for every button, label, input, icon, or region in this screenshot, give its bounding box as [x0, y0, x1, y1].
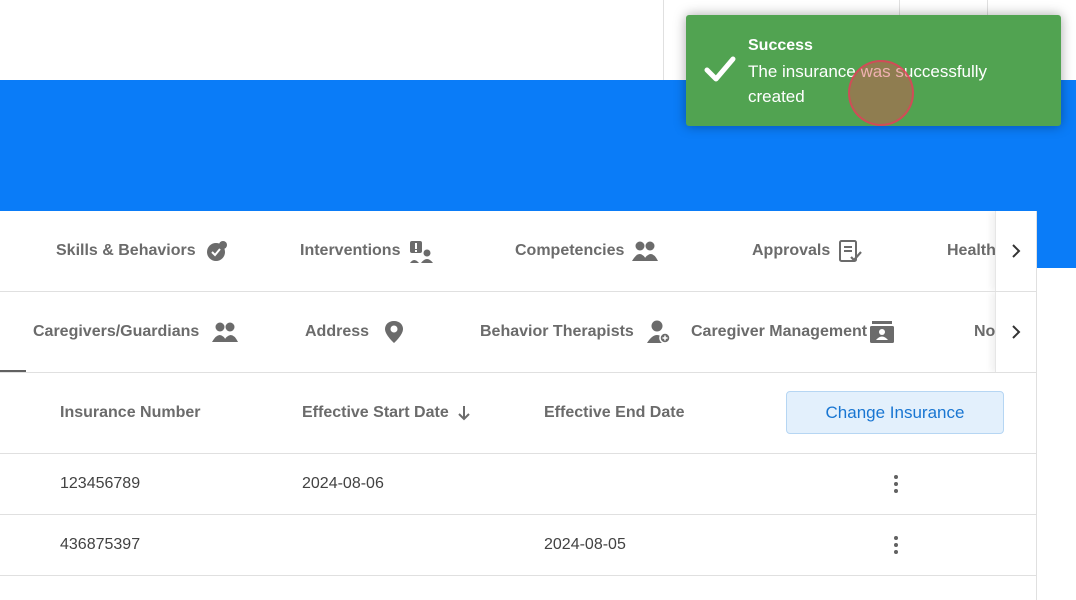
users-icon: [632, 241, 659, 261]
tab-label: Address: [305, 323, 370, 340]
table-row[interactable]: 123456789 2024-08-06: [0, 454, 1036, 515]
row-menu-icon[interactable]: [884, 468, 908, 500]
tab-health[interactable]: Health: [947, 211, 996, 291]
tab-label: Skills & Behaviors: [56, 242, 196, 259]
tab-approvals[interactable]: Approvals: [752, 211, 864, 291]
chevron-right-icon: [1012, 244, 1021, 258]
tab-label: Caregivers/Guardians: [33, 323, 200, 340]
arrow-down-icon[interactable]: [457, 405, 471, 421]
user-alert-icon: [410, 241, 434, 263]
header-divider: [663, 0, 664, 80]
location-pin-icon: [385, 321, 404, 343]
tab-interventions[interactable]: Interventions: [300, 211, 434, 291]
tab-label: Competencies: [515, 242, 625, 259]
insurance-number-cell: 436875397: [60, 536, 141, 553]
active-tab-indicator: [0, 370, 26, 372]
tab-row-2: Caregivers/Guardians Address Behavior Th…: [0, 292, 1036, 373]
tab-label: Interventions: [300, 242, 401, 259]
column-label: Insurance Number: [60, 404, 201, 421]
toast-title: Success: [748, 37, 813, 54]
tab-notes[interactable]: No: [974, 292, 995, 372]
tab-label: Caregiver Management: [691, 323, 868, 340]
row-menu-icon[interactable]: [884, 529, 908, 561]
tab-caregiver-management[interactable]: Caregiver Management: [691, 292, 895, 372]
tab-label: Behavior Therapists: [480, 323, 634, 340]
tabs-scroll-right-button[interactable]: [995, 292, 1036, 372]
tab-row-1: Skills & Behaviors Interventions Compete…: [0, 211, 1036, 292]
tab-competencies[interactable]: Competencies: [515, 211, 659, 291]
tab-behavior-therapists[interactable]: Behavior Therapists: [480, 292, 672, 372]
user-plus-icon: [646, 320, 671, 344]
users-icon: [212, 322, 239, 342]
tab-label: Approvals: [752, 242, 831, 259]
checklist-icon: [839, 240, 863, 262]
insurance-table-header: Insurance Number Effective Start Date Ef…: [0, 373, 1036, 454]
tab-label: No: [974, 323, 996, 340]
puzzle-icon: [206, 241, 227, 261]
check-icon: [704, 56, 736, 82]
tab-caregivers-guardians[interactable]: Caregivers/Guardians: [33, 292, 239, 372]
tabs-scroll-right-button[interactable]: [995, 211, 1036, 291]
tab-skills-behaviors[interactable]: Skills & Behaviors: [56, 211, 230, 291]
column-header-insurance-number[interactable]: Insurance Number: [60, 373, 200, 453]
table-row[interactable]: 436875397 2024-08-05: [0, 515, 1036, 576]
tab-label: Health: [947, 242, 996, 259]
cursor-click-indicator: [848, 60, 914, 126]
column-header-effective-end-date[interactable]: Effective End Date: [544, 373, 684, 453]
button-label: Change Insurance: [825, 402, 965, 422]
insurance-number-cell: 123456789: [60, 475, 141, 492]
start-date-cell: 2024-08-06: [302, 475, 384, 492]
tab-address[interactable]: Address: [305, 292, 405, 372]
id-card-icon: [870, 321, 895, 343]
column-label: Effective End Date: [544, 404, 685, 421]
chevron-right-icon: [1012, 325, 1021, 339]
end-date-cell: 2024-08-05: [544, 536, 626, 553]
change-insurance-button[interactable]: Change Insurance: [786, 391, 1004, 434]
column-header-effective-start-date[interactable]: Effective Start Date: [302, 373, 471, 453]
column-label: Effective Start Date: [302, 404, 449, 421]
